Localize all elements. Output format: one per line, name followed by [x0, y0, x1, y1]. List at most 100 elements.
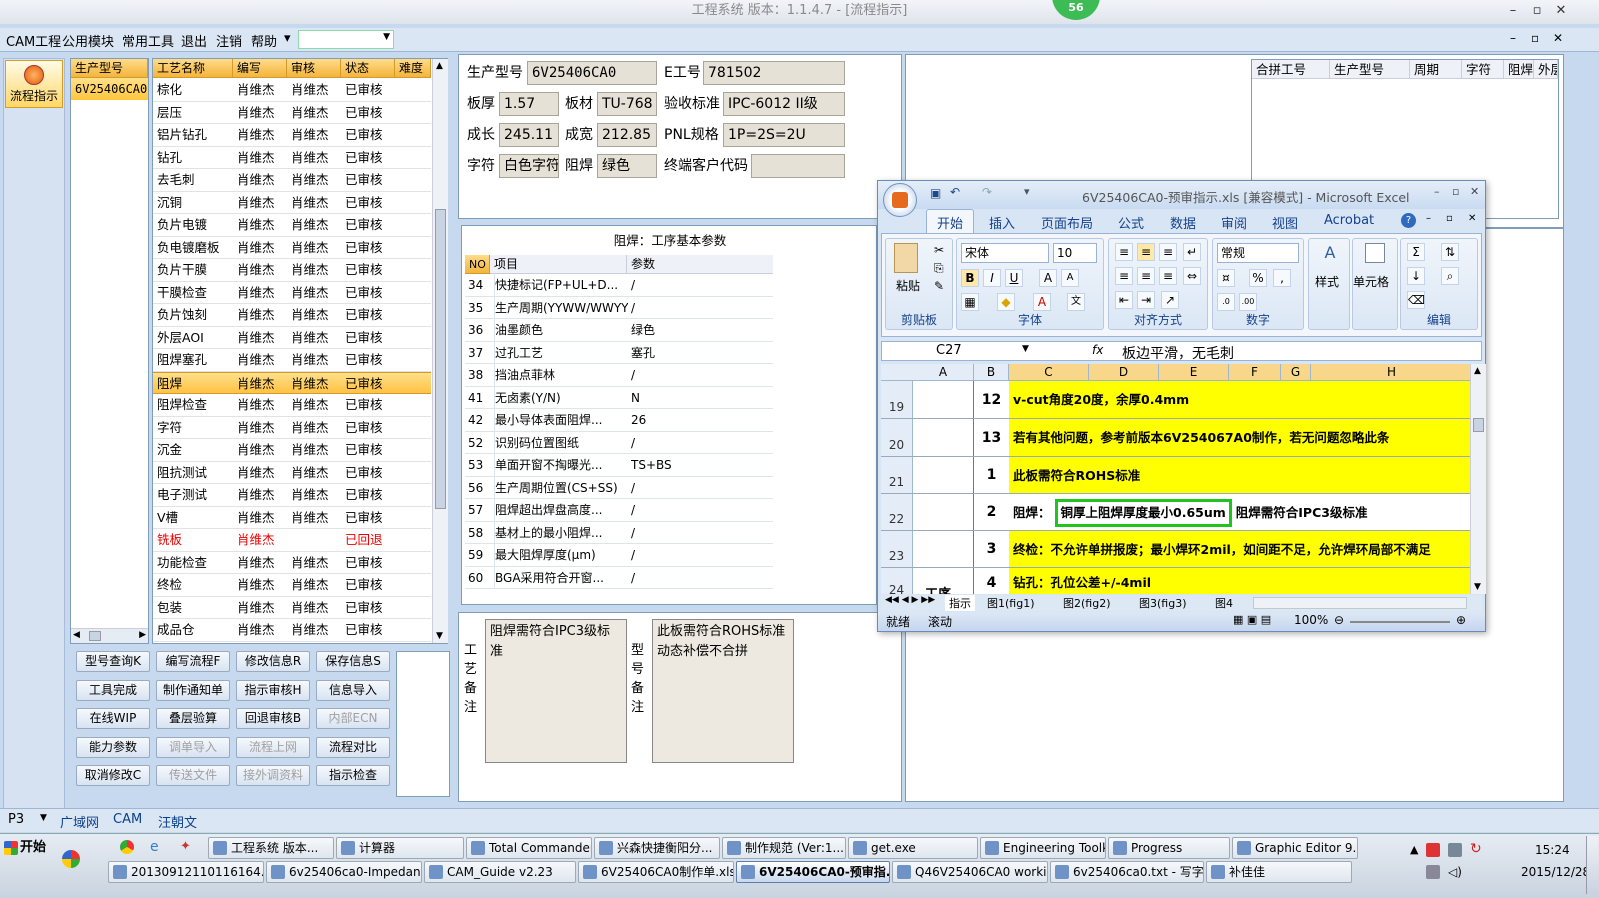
column-header[interactable]: E — [1159, 364, 1229, 380]
action-button[interactable]: 指示审核H — [236, 680, 310, 701]
process-note-text[interactable]: 阻焊需符合IPC3级标准 — [485, 619, 627, 763]
process-row[interactable]: 成品仓 肖维杰 肖维杰 已审核 — [153, 619, 431, 642]
border-icon[interactable]: ▦ — [961, 293, 979, 311]
paste-label[interactable]: 粘贴 — [896, 277, 920, 294]
clock-date[interactable]: 2015/12/28 — [1521, 865, 1590, 879]
clock-time[interactable]: 15:24 — [1535, 843, 1570, 857]
merge-col-header[interactable]: 外层 — [1534, 60, 1558, 79]
process-row[interactable]: 沉金 肖维杰 肖维杰 已审核 — [153, 439, 431, 462]
row-number[interactable]: 20 — [881, 419, 913, 456]
menu-help[interactable]: 帮助 — [251, 31, 277, 50]
cell-b[interactable]: 13 — [974, 419, 1010, 456]
styles-label[interactable]: 样式 — [1315, 273, 1339, 290]
param-row[interactable]: 53 单面开窗不掏曝光... TS+BS — [465, 454, 773, 477]
undo-icon[interactable]: ↶ — [950, 185, 960, 199]
align-top-icon[interactable]: ≡ — [1115, 243, 1133, 261]
column-header[interactable]: A — [913, 364, 974, 380]
action-button[interactable]: 指示检查 — [316, 765, 390, 786]
column-header[interactable]: H — [1311, 364, 1473, 380]
format-painter-icon[interactable]: ✎ — [934, 279, 944, 293]
align-left-icon[interactable]: ≡ — [1115, 267, 1133, 285]
menu-combo[interactable]: ▼ — [298, 30, 394, 49]
sheet-row[interactable]: 19 12 v-cut角度20度，余厚0.4mm — [881, 381, 1473, 419]
col-difficulty[interactable]: 难度 — [395, 59, 431, 78]
process-row[interactable]: 沉铜 肖维杰 肖维杰 已审核 — [153, 192, 431, 214]
status-p3[interactable]: P3 — [8, 812, 24, 827]
cell-a[interactable] — [914, 531, 974, 567]
ribbon-minimize[interactable]: – — [1426, 213, 1431, 224]
process-row[interactable]: 阻抗测试 肖维杰 肖维杰 已审核 — [153, 462, 431, 484]
material-field[interactable]: TU-768 — [597, 92, 657, 116]
cell-c[interactable]: 终检：不允许单拼报废；最小焊环2mil，如间距不足，允许焊环局部不满足 — [1009, 531, 1473, 567]
redo-icon[interactable]: ↷ — [982, 185, 992, 199]
col-status[interactable]: 状态 — [341, 59, 395, 78]
fill-icon[interactable]: ↓ — [1407, 267, 1425, 285]
param-row[interactable]: 41 无卤素(Y/N) N — [465, 386, 773, 409]
process-row[interactable]: 终检 肖维杰 肖维杰 已审核 — [153, 574, 431, 597]
action-button[interactable]: 取消修改C — [76, 765, 150, 786]
column-header[interactable]: G — [1281, 364, 1311, 380]
merge-center-icon[interactable]: ⇔ — [1183, 267, 1201, 285]
percent-icon[interactable]: % — [1249, 269, 1267, 287]
volume-icon[interactable]: ◁) — [1448, 865, 1462, 879]
tab-formulas[interactable]: 公式 — [1118, 213, 1144, 232]
cell-a[interactable] — [914, 381, 974, 418]
horizontal-scrollbar[interactable] — [1253, 597, 1467, 609]
cell-a[interactable] — [914, 494, 974, 530]
sheet-row[interactable]: 23 3 终检：不允许单拼报废；最小焊环2mil，如间距不足，允许焊环局部不满足 — [881, 531, 1473, 568]
excel-maximize[interactable]: ▫ — [1452, 185, 1459, 198]
cell-b[interactable]: 2 — [974, 494, 1010, 530]
zoom-slider[interactable] — [1350, 621, 1450, 623]
param-row[interactable]: 37 过孔工艺 塞孔 — [465, 341, 773, 364]
process-row[interactable]: 阻焊塞孔 肖维杰 肖维杰 已审核 — [153, 349, 431, 372]
process-row[interactable]: 去毛刺 肖维杰 肖维杰 已审核 — [153, 169, 431, 192]
sheet-row[interactable]: 21 1 此板需符合ROHS标准 — [881, 457, 1473, 494]
param-row[interactable]: 56 生产周期位置(CS+SS) / — [465, 476, 773, 499]
align-center-icon[interactable]: ≡ — [1137, 267, 1155, 285]
cell-b[interactable]: 4 — [974, 568, 1010, 594]
styles-icon[interactable]: A — [1319, 243, 1341, 265]
row-number[interactable]: 19 — [881, 381, 913, 418]
sheet-tab-2[interactable]: 图1(fig1) — [987, 595, 1035, 611]
mask-field[interactable]: 绿色 — [597, 154, 657, 178]
param-row[interactable]: 34 快捷标记(FP+UL+D... / — [465, 274, 773, 297]
param-row[interactable]: 42 最小导体表面阻焊... 26 — [465, 409, 773, 432]
taskbar-button[interactable]: CAM_Guide v2.23 — [424, 861, 576, 883]
show-desktop-button[interactable] — [1586, 836, 1598, 894]
taskbar-button[interactable]: 6V25406CA0-预审指... — [736, 861, 890, 883]
row-number[interactable]: 21 — [881, 457, 913, 493]
clear-icon[interactable]: ⌫ — [1407, 291, 1425, 309]
mdi-close-button[interactable]: ✕ — [1553, 31, 1563, 45]
align-right-icon[interactable]: ≡ — [1159, 267, 1177, 285]
param-row[interactable]: 58 基材上的最小阻焊... / — [465, 521, 773, 544]
sheet-nav-icon[interactable]: ◀◀ ◀ ▶ ▶▶ — [885, 595, 935, 605]
process-row[interactable]: 负片蚀刻 肖维杰 肖维杰 已审核 — [153, 304, 431, 327]
taskbar-button[interactable]: 20130912110116164.rtf... — [108, 861, 264, 883]
col-author[interactable]: 编写 — [233, 59, 287, 78]
action-button[interactable]: 接外调资料 — [236, 765, 310, 786]
decrease-indent-icon[interactable]: ⇤ — [1115, 291, 1133, 309]
param-row[interactable]: 35 生产周期(YYWW/WWYY) / — [465, 296, 773, 319]
process-row[interactable]: 负片干膜 肖维杰 肖维杰 已审核 — [153, 259, 431, 282]
phonetic-icon[interactable]: 文 — [1067, 293, 1085, 311]
menu-common-module[interactable]: 公用模块 — [62, 31, 114, 50]
sheet-row[interactable]: 24 4 钻孔：孔位公差+/-4mil — [881, 568, 1473, 594]
model-note-text[interactable]: 此板需符合ROHS标准 动态补偿不合拼 — [652, 619, 794, 763]
cell-b[interactable]: 12 — [974, 381, 1010, 418]
name-box[interactable]: C27 — [936, 343, 962, 358]
action-button[interactable]: 能力参数 — [76, 737, 150, 758]
tray-icon[interactable]: ▲ — [1410, 843, 1418, 856]
action-button[interactable]: 编写流程F — [156, 651, 230, 672]
customer-code-field[interactable] — [751, 154, 845, 178]
process-row[interactable]: V槽 肖维杰 肖维杰 已审核 — [153, 507, 431, 529]
param-row[interactable]: 38 挡油点菲林 / — [465, 364, 773, 387]
cells-label[interactable]: 单元格 — [1353, 273, 1389, 290]
tab-view[interactable]: 视图 — [1272, 213, 1298, 232]
process-row[interactable]: 棕化 肖维杰 肖维杰 已审核 — [153, 79, 431, 102]
sheet-tab-5[interactable]: 图4 — [1215, 595, 1233, 611]
tab-page-layout[interactable]: 页面布局 — [1041, 213, 1093, 232]
row-number[interactable]: 24 — [881, 568, 913, 594]
cell-c[interactable]: 阻焊： 铜厚上阻焊厚度最小0.65um 阻焊需符合IPC3级标准 — [1009, 494, 1473, 530]
fx-icon[interactable]: fx — [1092, 343, 1103, 357]
menu-common-tools[interactable]: 常用工具 — [122, 31, 174, 50]
